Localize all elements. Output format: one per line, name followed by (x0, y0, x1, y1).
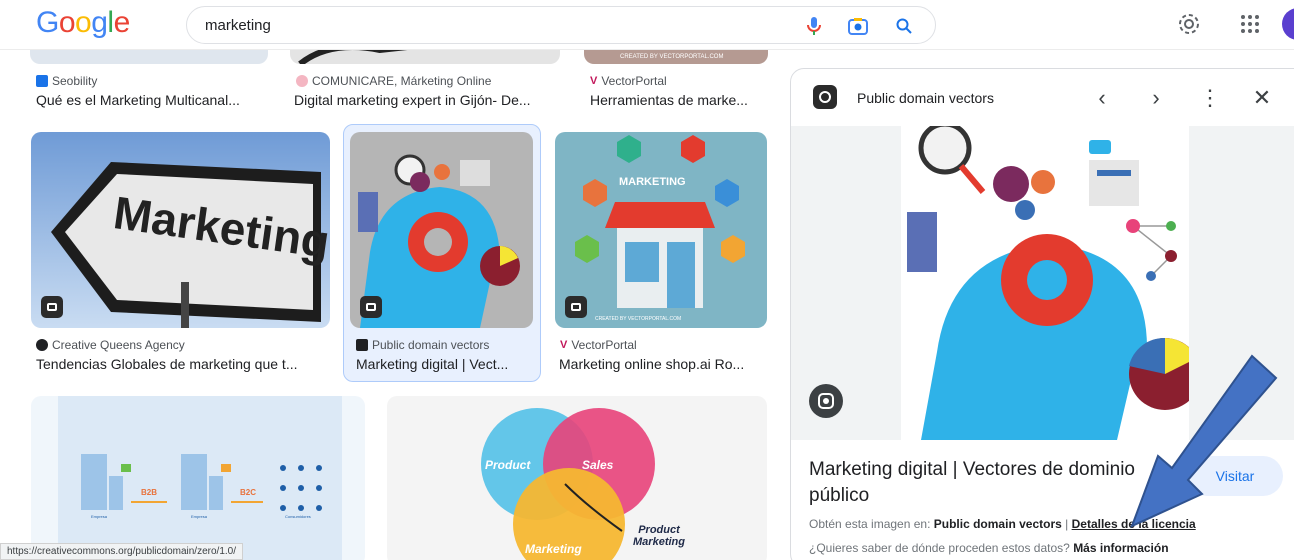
seobility-favicon-icon (36, 75, 48, 87)
b2b-label: B2B (141, 488, 158, 497)
empresa-caption: Empresa (191, 514, 208, 519)
top-bar: Google marketing (0, 0, 1294, 50)
chevron-left-icon[interactable]: ‹ (1091, 87, 1113, 109)
meta-prefix: Obtén esta imagen en: (809, 517, 931, 531)
result-source-5: Public domain vectors (356, 338, 489, 352)
b2c-label: B2C (240, 488, 257, 497)
source-label: VectorPortal (601, 74, 667, 88)
image-badge-icon (565, 296, 587, 318)
settings-gear-icon[interactable] (1176, 11, 1202, 37)
creative-queens-favicon-icon (36, 339, 48, 351)
apps-grid-icon[interactable] (1238, 12, 1262, 36)
result-source-4: Creative Queens Agency (36, 338, 185, 352)
image-credit: CREATED BY VECTORPORTAL.COM (595, 316, 682, 322)
meta-source-link[interactable]: Public domain vectors (934, 517, 1062, 531)
image-badge-icon (360, 296, 382, 318)
source-label: VectorPortal (571, 338, 637, 352)
venn-sales-label: Sales (582, 458, 614, 472)
marketing-banner-text: MARKETING (619, 176, 686, 188)
result-title-2[interactable]: Digital marketing expert in Gijón- De... (294, 92, 558, 108)
search-box[interactable]: marketing (186, 6, 936, 44)
result-image-8[interactable]: Product Sales Marketing Product Marketin… (387, 396, 767, 560)
panel-image-title[interactable]: Marketing digital | Vectores de dominio … (809, 457, 1149, 509)
result-title-6[interactable]: Marketing online shop.ai Ro... (559, 356, 767, 372)
empresa-caption: Empresa (91, 514, 108, 519)
result-source-3: V VectorPortal (590, 74, 667, 88)
result-title-3[interactable]: Herramientas de marke... (590, 92, 766, 108)
consumidores-caption: Consumidores (285, 514, 311, 519)
result-title-5[interactable]: Marketing digital | Vect... (356, 356, 536, 372)
account-avatar[interactable] (1282, 8, 1294, 40)
microphone-icon[interactable] (803, 15, 825, 37)
panel-info-line: ¿Quieres saber de dónde proceden estos d… (809, 541, 1169, 555)
data-origin-question: ¿Quieres saber de dónde proceden estos d… (809, 541, 1070, 555)
result-source-6: V VectorPortal (560, 338, 637, 352)
search-icon[interactable] (893, 15, 915, 37)
chevron-right-icon[interactable]: › (1145, 87, 1167, 109)
result-image-5[interactable] (350, 132, 533, 328)
more-options-icon[interactable]: ⋮ (1199, 87, 1221, 109)
source-label: Public domain vectors (372, 338, 490, 352)
result-image-6[interactable]: MARKETING CREATED BY VECTORPORTAL.COM (555, 132, 767, 328)
image-credit: CREATED BY VECTORPORTAL.COM (620, 54, 724, 60)
public-domain-vectors-favicon-icon (356, 339, 368, 351)
panel-source-label[interactable]: Public domain vectors (857, 90, 994, 106)
image-badge-icon (41, 296, 63, 318)
product-marketing-note: Product Marketing (633, 524, 685, 548)
public-domain-vectors-favicon-icon (813, 85, 837, 109)
result-title-4[interactable]: Tendencias Globales de marketing que t..… (36, 356, 332, 372)
result-image-4[interactable]: Marketing (31, 132, 330, 328)
panel-header: Public domain vectors ‹ › ⋮ ✕ (791, 69, 1294, 125)
google-images-page: Google marketing CREATED BY VECTORPORTAL… (0, 0, 1294, 560)
result-source-2: COMUNICARE, Márketing Online (296, 74, 491, 88)
google-logo[interactable]: Google (36, 6, 130, 40)
close-icon[interactable]: ✕ (1251, 87, 1273, 109)
lens-search-icon[interactable] (809, 384, 843, 418)
vectorportal-favicon-icon: V (590, 75, 598, 87)
venn-marketing-label: Marketing (525, 542, 582, 556)
source-label: Seobility (52, 74, 98, 88)
camera-lens-icon[interactable] (847, 15, 869, 37)
vectorportal-favicon-icon: V (560, 339, 568, 351)
comunicare-favicon-icon (296, 75, 308, 87)
meta-separator: | (1065, 517, 1069, 531)
result-image-7[interactable]: B2B B2C Empresa Empresa Consumidores (31, 396, 365, 560)
result-source-1: Seobility (36, 74, 97, 88)
source-label: Creative Queens Agency (52, 338, 185, 352)
annotation-arrow-icon (1130, 354, 1278, 528)
result-title-1[interactable]: Qué es el Marketing Multicanal... (36, 92, 266, 108)
status-bar-url: https://creativecommons.org/publicdomain… (0, 543, 243, 560)
venn-product-label: Product (485, 458, 531, 472)
search-input[interactable]: marketing (205, 17, 271, 34)
source-label: COMUNICARE, Márketing Online (312, 74, 492, 88)
